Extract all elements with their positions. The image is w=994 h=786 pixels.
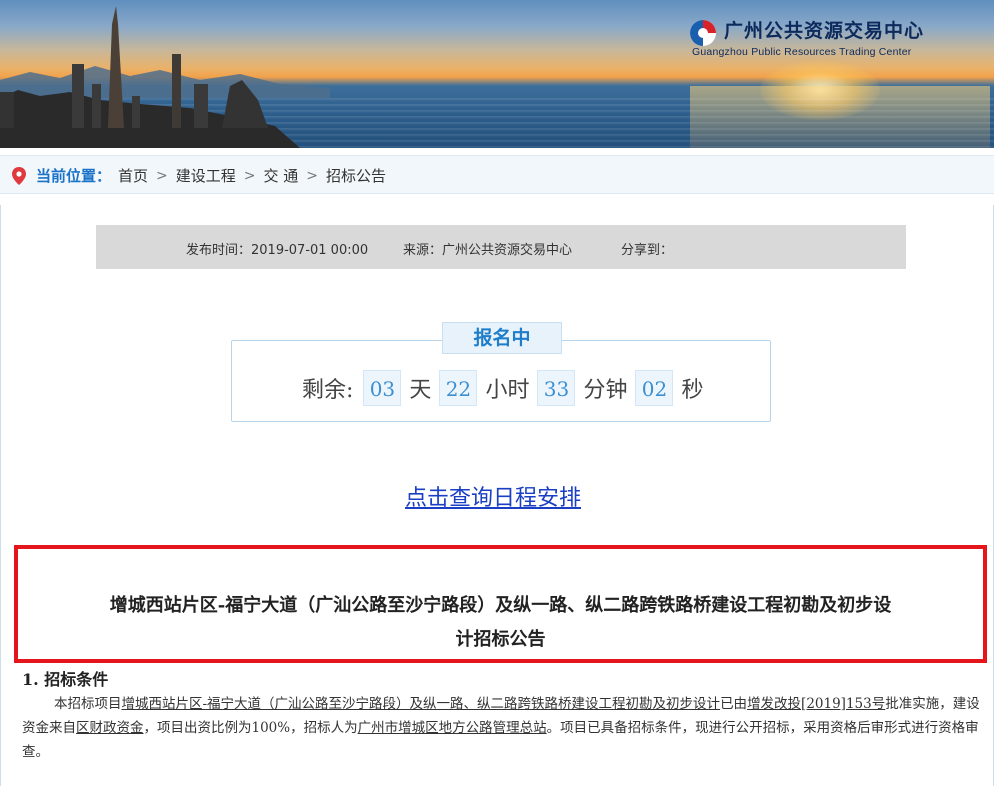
chevron-right-icon: > bbox=[306, 167, 319, 184]
header-banner: 广州公共资源交易中心 Guangzhou Public Resources Tr… bbox=[0, 0, 994, 148]
breadcrumb-tender-notice[interactable]: 招标公告 bbox=[326, 165, 386, 186]
countdown-days: 03 bbox=[363, 370, 402, 406]
current-location-label: 当前位置： bbox=[36, 167, 112, 185]
publish-time: 发布时间：2019-07-01 00:00 bbox=[186, 243, 369, 258]
tender-conditions-paragraph: 本招标项目增城西站片区-福宁大道（广汕公路至沙宁路段）及纵一路、纵二路跨铁路桥建… bbox=[22, 692, 984, 764]
org-logo[interactable]: 广州公共资源交易中心 Guangzhou Public Resources Tr… bbox=[688, 16, 928, 64]
highlight-box: 增城西站片区-福宁大道（广汕公路至沙宁路段）及纵一路、纵二路跨铁路桥建设工程初勘… bbox=[14, 545, 987, 663]
project-name: 增城西站片区-福宁大道（广汕公路至沙宁路段）及纵一路、纵二路跨铁路桥建设工程初勘… bbox=[121, 696, 721, 712]
approval-number: 增发改投[2019]153号 bbox=[747, 696, 886, 712]
fund-source: 区财政资金 bbox=[76, 720, 144, 736]
countdown-minutes: 33 bbox=[537, 370, 576, 406]
share-label[interactable]: 分享到： bbox=[621, 239, 673, 258]
source: 来源：广州公共资源交易中心 bbox=[403, 243, 573, 258]
chevron-right-icon: > bbox=[243, 167, 256, 184]
seconds-unit: 秒 bbox=[681, 378, 704, 403]
countdown-timer: 剩余: 03 天 22 小时 33 分钟 02 秒 bbox=[302, 370, 707, 406]
breadcrumb: 当前位置： 首页 > 建设工程 > 交 通 > 招标公告 bbox=[0, 155, 994, 194]
para-text: ，项目出资比例为100%，招标人为 bbox=[143, 720, 358, 736]
breadcrumb-transport[interactable]: 交 通 bbox=[264, 165, 299, 186]
tenderer-name: 广州市增城区地方公路管理总站 bbox=[357, 720, 547, 736]
hours-unit: 小时 bbox=[485, 378, 530, 403]
remaining-label: 剩余: bbox=[302, 378, 354, 403]
org-name-en: Guangzhou Public Resources Trading Cente… bbox=[692, 46, 912, 58]
countdown-seconds: 02 bbox=[635, 370, 674, 406]
logo-emblem-icon bbox=[690, 20, 716, 46]
city-skyline-image bbox=[0, 6, 300, 148]
title-line-1: 增城西站片区-福宁大道（广汕公路至沙宁路段）及纵一路、纵二路跨铁路桥建设工程初勘… bbox=[109, 595, 892, 616]
registration-status-badge: 报名中 bbox=[442, 322, 562, 354]
schedule-query-link[interactable]: 点击查询日程安排 bbox=[405, 480, 581, 512]
breadcrumb-home[interactable]: 首页 bbox=[118, 165, 148, 186]
breadcrumb-trail: 首页 > 建设工程 > 交 通 > 招标公告 bbox=[118, 165, 386, 186]
para-text: 已由 bbox=[720, 696, 748, 712]
para-text: 本招标项目 bbox=[54, 696, 122, 712]
location-pin-icon bbox=[12, 167, 26, 185]
org-name-cn: 广州公共资源交易中心 bbox=[724, 20, 925, 42]
announcement-title: 增城西站片区-福宁大道（广汕公路至沙宁路段）及纵一路、纵二路跨铁路桥建设工程初勘… bbox=[28, 589, 973, 657]
section-heading-tender-conditions: 1. 招标条件 bbox=[22, 670, 109, 689]
chevron-right-icon: > bbox=[156, 167, 168, 184]
minutes-unit: 分钟 bbox=[583, 378, 628, 403]
days-unit: 天 bbox=[409, 378, 432, 403]
countdown-hours: 22 bbox=[439, 370, 478, 406]
article-meta-bar: 发布时间：2019-07-01 00:00 来源：广州公共资源交易中心 分享到： bbox=[96, 225, 906, 269]
title-line-2: 计招标公告 bbox=[455, 629, 546, 650]
breadcrumb-construction[interactable]: 建设工程 bbox=[176, 165, 236, 186]
